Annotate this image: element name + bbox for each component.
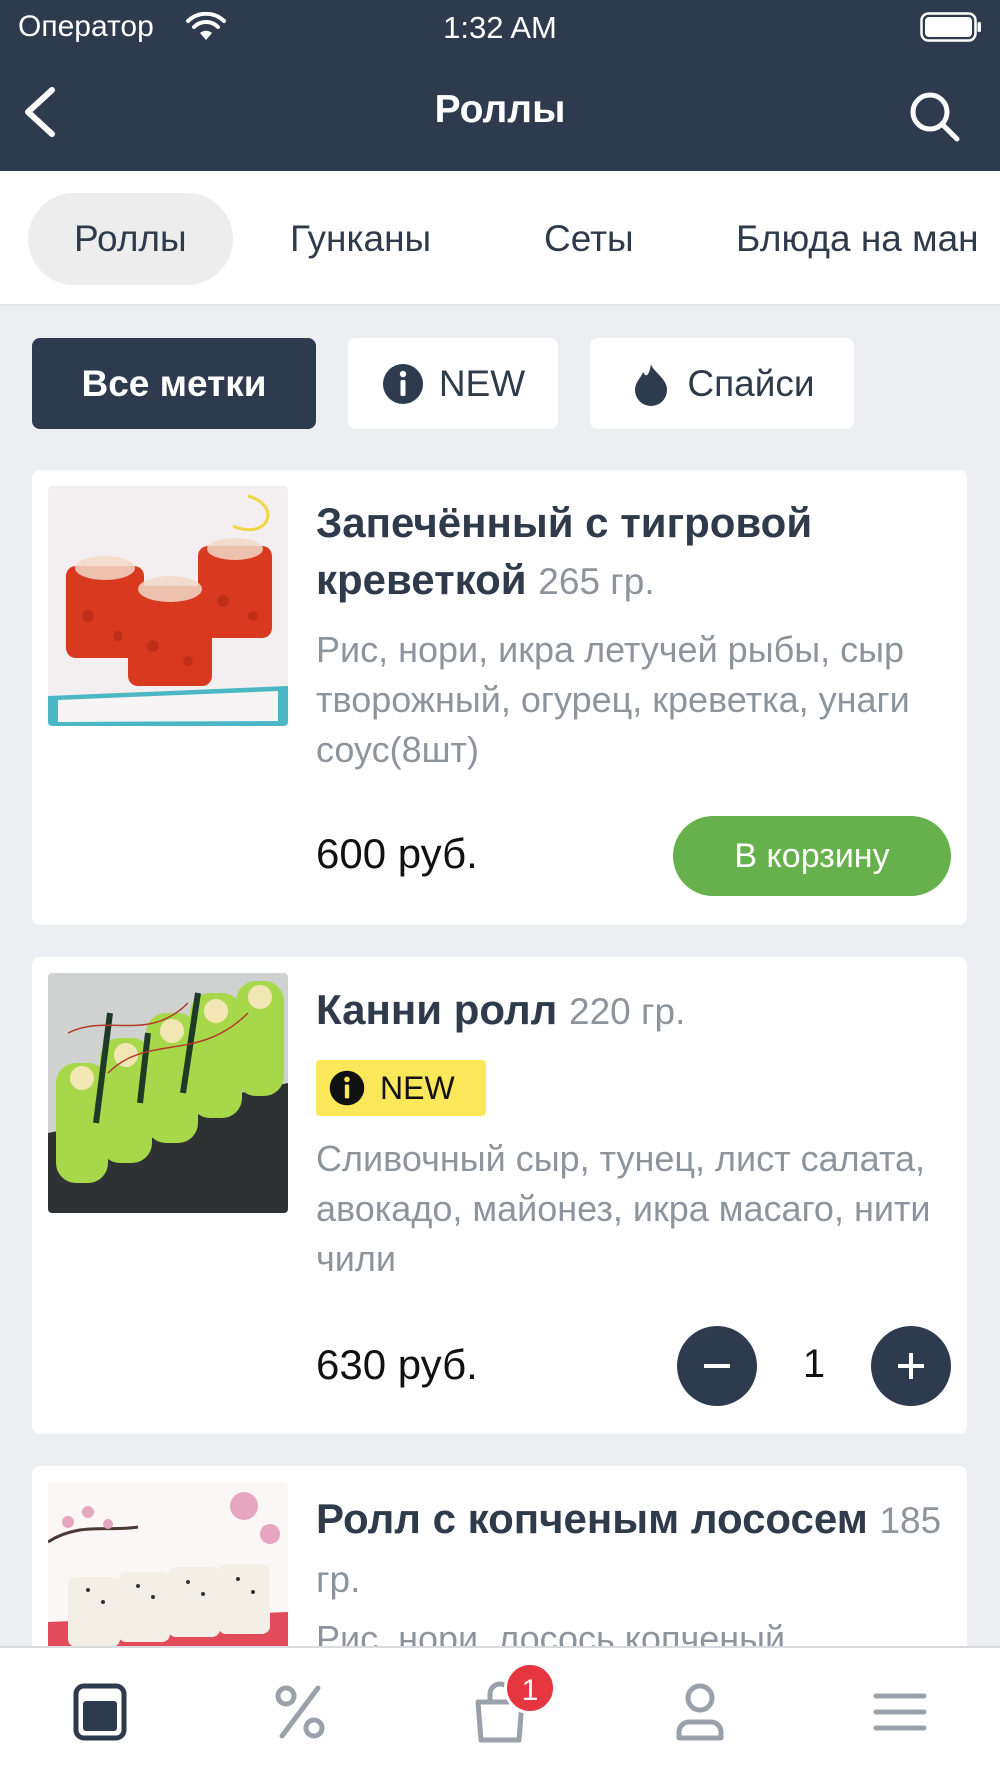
filter-spicy[interactable]: Спайси (590, 338, 854, 429)
filter-new[interactable]: NEW (348, 338, 558, 429)
bottom-tab-bar: 1 (0, 1646, 1000, 1778)
tab-cart[interactable]: 1 (400, 1648, 600, 1778)
search-icon[interactable] (906, 88, 962, 144)
product-price: 630 руб. (316, 1341, 478, 1388)
profile-icon (676, 1683, 724, 1741)
tab-menu[interactable] (0, 1648, 200, 1778)
tab-rolls[interactable]: Роллы (28, 193, 233, 285)
product-weight: 220 гр. (569, 991, 686, 1032)
tab-dishes[interactable]: Блюда на ман (690, 193, 1000, 285)
menu-icon (73, 1683, 127, 1741)
product-description: Сливочный сыр, тунец, лист салата, авока… (316, 1138, 931, 1279)
product-price: 600 руб. (316, 830, 478, 877)
increase-quantity-button[interactable] (871, 1326, 951, 1406)
filter-label: Все метки (81, 362, 267, 404)
filter-all-tags[interactable]: Все метки (32, 338, 316, 429)
tab-more[interactable] (800, 1648, 1000, 1778)
tab-profile[interactable] (600, 1648, 800, 1778)
status-bar: Оператор 1:32 AM (0, 0, 1000, 56)
decrease-quantity-button[interactable] (677, 1326, 757, 1406)
new-badge: NEW (316, 1060, 486, 1116)
product-description: Рис, нори, икра летучей рыбы, сыр творож… (316, 629, 910, 770)
quantity-value: 1 (802, 1342, 826, 1386)
tab-gunkans[interactable]: Гунканы (244, 193, 477, 285)
category-tabs: Роллы Гунканы Сеты Блюда на ман (0, 171, 1000, 306)
info-icon (382, 363, 423, 404)
page-title: Роллы (434, 88, 566, 131)
hamburger-icon (873, 1693, 927, 1731)
product-name: Канни ролл (316, 986, 558, 1033)
product-card[interactable]: Запечённый с тигровой креветкой 265 гр. … (32, 470, 967, 925)
top-header: Оператор 1:32 AM Роллы (0, 0, 1000, 171)
product-title: Ролл с копченым лососем 185 гр. (316, 1490, 947, 1608)
percent-icon (275, 1685, 325, 1739)
filter-label: NEW (438, 362, 526, 404)
flame-icon (635, 363, 668, 406)
battery-icon (920, 12, 981, 42)
cart-count-badge: 1 (504, 1662, 556, 1714)
product-title: Канни ролл 220 гр. (316, 981, 947, 1040)
product-title: Запечённый с тигровой креветкой 265 гр. (316, 494, 947, 610)
product-weight: 265 гр. (538, 561, 655, 602)
product-image (48, 486, 288, 726)
tab-sets[interactable]: Сеты (498, 193, 680, 285)
filter-label: Спайси (687, 362, 815, 404)
badge-label: NEW (380, 1069, 455, 1106)
tab-promotions[interactable] (200, 1648, 400, 1778)
product-image (48, 973, 288, 1213)
info-icon (329, 1070, 365, 1106)
add-to-cart-button[interactable]: В корзину (673, 816, 951, 896)
clock: 1:32 AM (443, 10, 557, 45)
product-name: Ролл с копченым лососем (316, 1495, 868, 1542)
product-card[interactable]: Канни ролл 220 гр. NEW Сливочный сыр, ту… (32, 957, 967, 1434)
